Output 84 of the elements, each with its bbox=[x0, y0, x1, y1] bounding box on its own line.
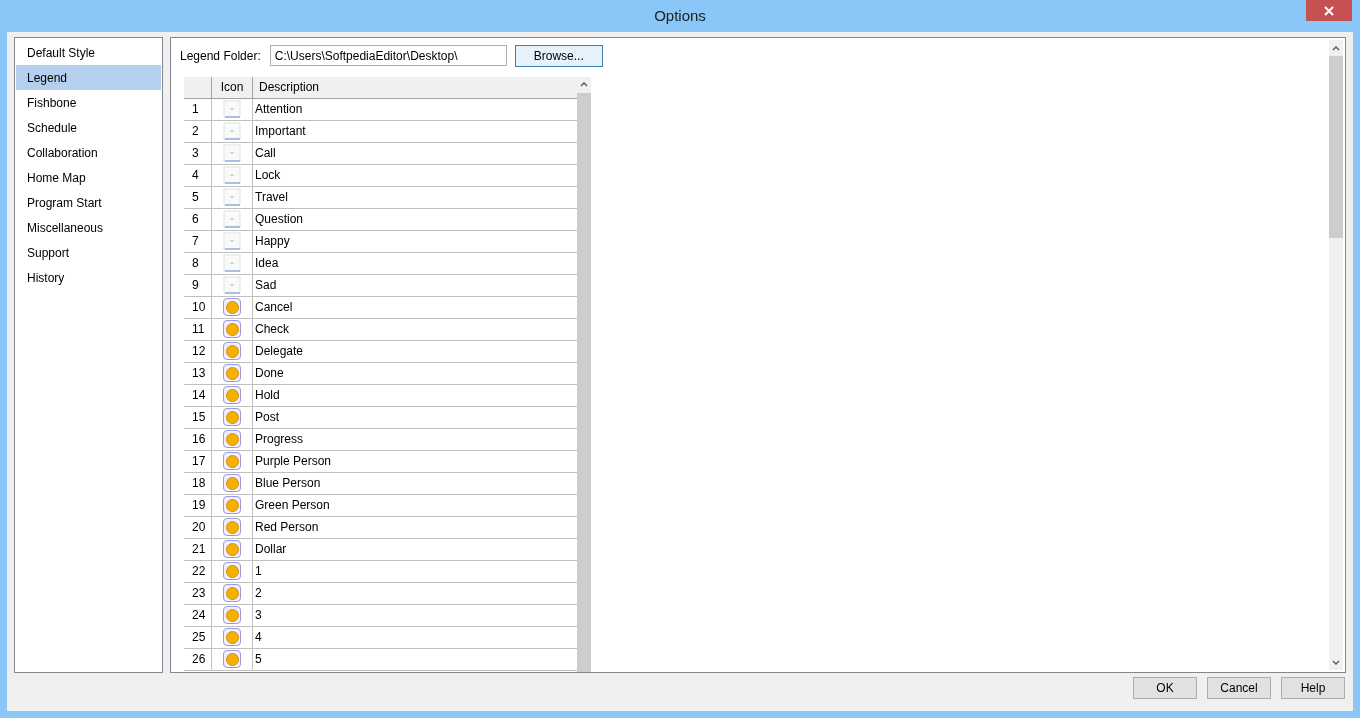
row-number: 6 bbox=[184, 208, 212, 230]
browse-button[interactable]: Browse... bbox=[514, 44, 603, 67]
row-number: 11 bbox=[184, 318, 212, 340]
row-number: 22 bbox=[184, 560, 212, 582]
sidebar-item[interactable]: History bbox=[16, 265, 161, 290]
row-number: 13 bbox=[184, 362, 212, 384]
legend-folder-label: Legend Folder: bbox=[180, 47, 261, 65]
table-cell-text: 1 bbox=[254, 563, 263, 581]
row-number: 15 bbox=[184, 406, 212, 428]
row-number: 10 bbox=[184, 296, 212, 318]
close-button[interactable] bbox=[1306, 0, 1352, 21]
broken-image-icon bbox=[223, 210, 241, 229]
broken-image-icon bbox=[223, 232, 241, 251]
table-cell-text: Idea bbox=[254, 255, 280, 273]
table-cell-text: Blue Person bbox=[254, 475, 322, 493]
row-number: 19 bbox=[184, 494, 212, 516]
row-number: 21 bbox=[184, 538, 212, 560]
table-cell-text: Happy bbox=[254, 233, 291, 251]
broken-image-icon bbox=[223, 166, 241, 185]
window-title: Options bbox=[654, 5, 706, 26]
row-number: 24 bbox=[184, 604, 212, 626]
table-cell-text: Sad bbox=[254, 277, 278, 295]
table-cell-text: 5 bbox=[254, 651, 263, 669]
sidebar-item[interactable]: Default Style bbox=[16, 40, 161, 65]
table-cell-text: Purple Person bbox=[254, 453, 333, 471]
scrollbar-thumb[interactable] bbox=[1329, 56, 1343, 238]
dialog-button[interactable]: OK bbox=[1133, 677, 1197, 699]
broken-image-icon bbox=[223, 254, 241, 273]
broken-image-icon bbox=[223, 276, 241, 295]
column-header[interactable]: Icon bbox=[212, 76, 253, 98]
sidebar-item[interactable]: Support bbox=[16, 240, 161, 265]
dialog-button[interactable]: Cancel bbox=[1207, 677, 1271, 699]
broken-image-icon bbox=[223, 122, 241, 141]
table-cell-text: 3 bbox=[254, 607, 263, 625]
row-number: 16 bbox=[184, 428, 212, 450]
row-number: 20 bbox=[184, 516, 212, 538]
table-cell-text: Check bbox=[254, 321, 290, 339]
table-cell-text: Progress bbox=[254, 431, 305, 449]
broken-image-icon bbox=[223, 188, 241, 207]
table-cell-text: Attention bbox=[254, 101, 304, 119]
table-cell-text: 4 bbox=[254, 629, 263, 647]
sidebar-item[interactable]: Fishbone bbox=[16, 90, 161, 115]
row-number: 14 bbox=[184, 384, 212, 406]
row-number: 26 bbox=[184, 648, 212, 670]
sidebar-item[interactable]: Collaboration bbox=[16, 140, 161, 165]
table-cell-text: Call bbox=[254, 145, 277, 163]
table-cell-text: Delegate bbox=[254, 343, 305, 361]
row-number: 12 bbox=[184, 340, 212, 362]
table-cell-text: Post bbox=[254, 409, 280, 427]
scrollbar[interactable] bbox=[1329, 40, 1343, 670]
sidebar-item[interactable]: Program Start bbox=[16, 190, 161, 215]
column-header[interactable]: Description bbox=[253, 76, 577, 98]
legend-folder-field[interactable]: C:\Users\SoftpediaEditor\Desktop\ bbox=[269, 45, 507, 67]
table-cell-text: Red Person bbox=[254, 519, 320, 537]
table-cell-text: Hold bbox=[254, 387, 281, 405]
row-number: 1 bbox=[184, 98, 212, 120]
row-number: 5 bbox=[184, 186, 212, 208]
row-number: 25 bbox=[184, 626, 212, 648]
table-cell-text: 2 bbox=[254, 585, 263, 603]
table-cell-text: Question bbox=[254, 211, 305, 229]
table-cell-text: Important bbox=[254, 123, 307, 141]
dialog-button[interactable]: Help bbox=[1281, 677, 1345, 699]
row-number: 23 bbox=[184, 582, 212, 604]
table-cell-text: Travel bbox=[254, 189, 289, 207]
sidebar-item[interactable]: Home Map bbox=[16, 165, 161, 190]
sidebar-item[interactable]: Legend bbox=[16, 65, 161, 90]
close-icon bbox=[1324, 5, 1334, 16]
row-number: 18 bbox=[184, 472, 212, 494]
sidebar-item[interactable]: Miscellaneous bbox=[16, 215, 161, 240]
sidebar-item[interactable]: Schedule bbox=[16, 115, 161, 140]
row-number: 9 bbox=[184, 274, 212, 296]
table-cell-text: Cancel bbox=[254, 299, 294, 317]
row-number: 4 bbox=[184, 164, 212, 186]
table-cell-text: Green Person bbox=[254, 497, 331, 515]
row-number: 2 bbox=[184, 120, 212, 142]
broken-image-icon bbox=[223, 144, 241, 163]
scrollbar[interactable] bbox=[577, 76, 591, 672]
table-cell-text: Lock bbox=[254, 167, 282, 185]
row-number: 7 bbox=[184, 230, 212, 252]
row-number: 17 bbox=[184, 450, 212, 472]
table-cell-text: Dollar bbox=[254, 541, 288, 559]
table-cell-text: Done bbox=[254, 365, 285, 383]
row-number: 8 bbox=[184, 252, 212, 274]
row-number: 3 bbox=[184, 142, 212, 164]
